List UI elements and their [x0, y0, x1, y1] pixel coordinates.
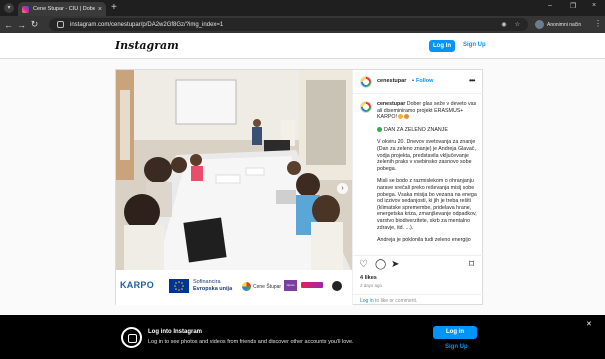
partner-logo-round	[332, 281, 342, 291]
post-photo[interactable]: ›	[116, 70, 352, 270]
partner-logos-strip: KARPO Sofinancira Evropska unija Cene Št…	[116, 270, 352, 305]
browser-tab-bar: ▾ Cene Štupar - CIU | Dober glas... × + …	[0, 0, 605, 16]
caption-avatar[interactable]	[360, 101, 372, 113]
more-options-icon[interactable]: •••	[469, 76, 475, 85]
meeting-room-photo	[116, 70, 352, 270]
eu-line-1: Sofinancira	[193, 279, 221, 285]
eu-line-2: Evropska unija	[193, 285, 233, 292]
bookmark-icon[interactable]: ⌑	[469, 260, 474, 270]
header-login-button[interactable]: Log In	[429, 40, 455, 52]
heart-icon[interactable]: ♡	[359, 260, 368, 270]
partner-logo-banner	[301, 282, 323, 288]
window-close-icon[interactable]: ×	[592, 2, 596, 9]
post-username[interactable]: cenestupar	[377, 78, 406, 84]
address-bar[interactable]: instagram.com/cenestupar/p/DA2w2Gf8Gz/?i…	[49, 18, 528, 31]
carousel-next-icon[interactable]: ›	[337, 183, 348, 194]
reload-icon[interactable]: ↻	[28, 19, 41, 30]
profile-label: Anonimni način	[547, 21, 582, 28]
minimize-icon[interactable]: –	[548, 2, 552, 9]
banner-signup-link[interactable]: Sign Up	[445, 344, 468, 350]
likes-count[interactable]: 4 likes	[360, 275, 377, 281]
instagram-logo[interactable]: Instagram	[115, 39, 179, 52]
comment-login-prompt: Log in to like or comment.	[353, 294, 484, 305]
caption-heading: DAN ZA ZELENO ZNANJE	[384, 126, 448, 133]
tab-title: Cene Štupar - CIU | Dober glas...	[33, 6, 95, 12]
cene-stupar-mark-icon	[242, 282, 251, 291]
post-header: cenestupar • Follow •••	[353, 70, 484, 94]
caption-username[interactable]: cenestupar	[377, 101, 405, 107]
caption-area[interactable]: cenestupar Dober glas seže v deveto vas …	[353, 95, 484, 249]
post-sidebar: cenestupar • Follow ••• cenestupar Dober…	[352, 70, 484, 305]
tab-search-icon[interactable]: ▾	[4, 3, 14, 13]
karpo-logo: KARPO	[120, 280, 155, 290]
follow-button[interactable]: Follow	[416, 78, 433, 84]
post-actions: ♡ ◯ ➤ ⌑ 4 likes 2 days ago Log in to lik…	[353, 255, 484, 305]
maximize-icon[interactable]: ❐	[570, 2, 576, 10]
url-text: instagram.com/cenestupar/p/DA2w2Gf8Gz/?i…	[70, 21, 224, 28]
header-signup-link[interactable]: Sign Up	[463, 42, 486, 48]
bookmark-star-icon[interactable]: ☆	[515, 21, 520, 28]
comment-login-link[interactable]: Log in	[360, 298, 374, 304]
eu-flag-icon	[169, 279, 189, 293]
back-icon[interactable]: ←	[2, 20, 15, 30]
green-circle-emoji-icon	[377, 126, 382, 132]
banner-title: Log into Instagram	[148, 329, 202, 335]
caption-paragraph-3: Andreja je poklonila tudi zeleno energij…	[377, 237, 471, 244]
caption-paragraph-2: Misli se bodo z razmislekom o ohranjanju…	[377, 178, 477, 231]
incognito-eye-icon[interactable]: ◉	[501, 21, 506, 28]
caption-paragraph-1: V okviru 20. Dnevov svetovanja za znanje…	[377, 139, 476, 172]
banner-subtitle: Log in to see photos and videos from fri…	[148, 339, 354, 345]
forward-icon[interactable]: →	[15, 20, 28, 30]
banner-close-icon[interactable]: ✕	[586, 320, 592, 328]
emoji-icon	[404, 114, 410, 120]
share-icon[interactable]: ➤	[391, 260, 399, 270]
post-card: › KARPO Sofinancira Evropska unija Cene …	[115, 69, 484, 305]
cene-stupar-logo: Cene Štupar	[242, 282, 281, 291]
browser-menu-icon[interactable]: ⋮	[594, 19, 602, 28]
eu-cofunded-text: Sofinancira Evropska unija	[193, 279, 232, 292]
caption-text: cenestupar Dober glas seže v deveto vas …	[377, 101, 477, 249]
incognito-icon	[535, 20, 544, 29]
instagram-icon	[121, 327, 142, 348]
post-time[interactable]: 2 days ago	[360, 283, 382, 288]
sparkle-emoji-icon	[398, 114, 404, 120]
separator-dot: •	[412, 78, 414, 84]
site-info-icon[interactable]	[57, 21, 64, 28]
browser-toolbar: ← → ↻ instagram.com/cenestupar/p/DA2w2Gf…	[0, 16, 605, 33]
purple-partner-logo: zipnet	[284, 280, 297, 291]
cene-stupar-logo-text: Cene Štupar	[253, 283, 282, 290]
login-banner: Log into Instagram Log in to see photos …	[0, 315, 605, 359]
avatar[interactable]	[360, 76, 372, 88]
browser-tab[interactable]: Cene Štupar - CIU | Dober glas... ×	[18, 2, 106, 16]
comment-login-rest: to like or comment.	[373, 298, 418, 304]
profile-button[interactable]: Anonimni način	[535, 18, 581, 31]
new-tab-button[interactable]: +	[111, 2, 117, 14]
instagram-header: Instagram Log In Sign Up	[0, 33, 605, 59]
banner-login-button[interactable]: Log in	[433, 326, 477, 339]
instagram-favicon-icon	[22, 5, 29, 13]
tab-close-icon[interactable]: ×	[98, 6, 102, 13]
comment-icon[interactable]: ◯	[375, 260, 386, 270]
